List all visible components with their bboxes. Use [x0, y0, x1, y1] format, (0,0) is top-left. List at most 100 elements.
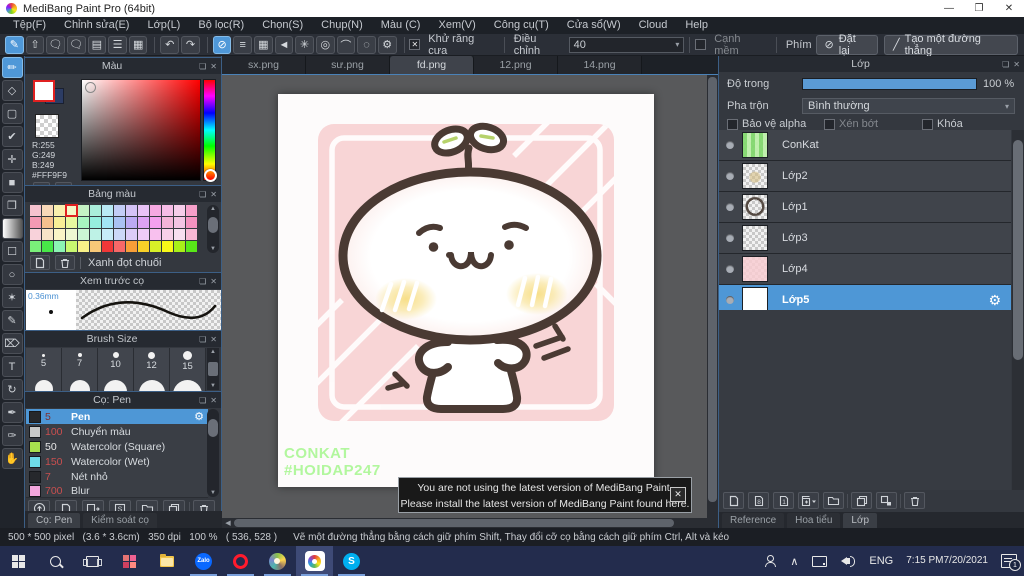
snap-off-button[interactable]: ⊘: [212, 35, 232, 54]
canvas-horizontal-scrollbar[interactable]: ◀: [222, 518, 707, 528]
palette-swatch[interactable]: [186, 229, 197, 240]
layer-list-scrollbar[interactable]: [1012, 130, 1024, 490]
popout-icon[interactable]: ❏: [199, 190, 206, 199]
undo-button[interactable]: ↶: [160, 35, 180, 54]
close-icon[interactable]: ✕: [1013, 60, 1020, 69]
brush-row-net-nho[interactable]: 7 Nét nhỏ: [26, 469, 208, 485]
scroll-down-icon[interactable]: ▼: [208, 383, 218, 389]
new-color-button[interactable]: [30, 255, 50, 270]
size-cell[interactable]: 15: [170, 348, 206, 375]
size-cell[interactable]: 5: [26, 348, 62, 375]
brush-row-gradient[interactable]: 100 Chuyển màu: [26, 424, 208, 440]
palette-swatch[interactable]: [126, 217, 137, 228]
skype-button[interactable]: S: [333, 546, 370, 576]
duplicate-layer-button[interactable]: [851, 492, 872, 509]
palette-swatch[interactable]: [114, 229, 125, 240]
brush-row-watercolor-square[interactable]: 50 Watercolor (Square): [26, 439, 208, 455]
palette-swatch[interactable]: [174, 241, 185, 252]
popout-icon[interactable]: ❏: [199, 396, 206, 405]
canvas-vertical-scrollbar[interactable]: [707, 75, 718, 518]
saturation-value-picker[interactable]: [81, 79, 201, 181]
delete-layer-button[interactable]: [904, 492, 925, 509]
palette-swatch[interactable]: [150, 217, 161, 228]
palette-scrollbar[interactable]: ▲ ▼: [207, 205, 219, 253]
palette-swatch[interactable]: [138, 241, 149, 252]
menu-help[interactable]: Help: [676, 17, 717, 34]
paint-app-button[interactable]: [259, 546, 296, 576]
show-hidden-icons-button[interactable]: ∧: [783, 546, 805, 576]
menu-tep[interactable]: Tệp(F): [4, 17, 55, 34]
hue-slider[interactable]: [203, 79, 217, 182]
add-layer-menu-button[interactable]: [798, 492, 819, 509]
snap-grid-button[interactable]: ▦: [254, 35, 273, 54]
doc-tab-fd[interactable]: fd.png: [390, 56, 474, 74]
menu-cua-so[interactable]: Cửa sổ(W): [558, 17, 630, 34]
doc-tab-sx[interactable]: sx.png: [222, 56, 306, 74]
palette-swatch[interactable]: [54, 217, 65, 228]
palette-swatch[interactable]: [114, 241, 125, 252]
palette-swatch[interactable]: [66, 217, 77, 228]
popout-icon[interactable]: ❏: [199, 277, 206, 286]
people-tray-button[interactable]: [757, 546, 783, 576]
palette-swatch[interactable]: [126, 241, 137, 252]
magic-wand-tool[interactable]: ✶: [1, 287, 23, 308]
popout-icon[interactable]: ❏: [1002, 60, 1009, 69]
file-explorer-button[interactable]: [148, 546, 185, 576]
bucket-tool[interactable]: ❒: [1, 195, 23, 216]
doc-tab-12[interactable]: 12.png: [474, 56, 558, 74]
palette-swatch[interactable]: [102, 241, 113, 252]
action-center-button[interactable]: 1: [994, 546, 1024, 576]
opacity-slider[interactable]: [802, 78, 977, 90]
start-button[interactable]: [0, 546, 37, 576]
reset-button[interactable]: ⊘ Đặt lại: [815, 33, 878, 57]
restore-button[interactable]: ❐: [964, 0, 994, 17]
gear-icon[interactable]: ⚙: [194, 410, 204, 423]
rotate-tool[interactable]: ↻: [1, 379, 23, 400]
size-cell[interactable]: 12: [134, 348, 170, 375]
palette-swatch[interactable]: [65, 204, 78, 217]
select-rect-tool[interactable]: ☐: [1, 241, 23, 262]
palette-swatch[interactable]: [162, 217, 173, 228]
brush-row-watercolor-wet[interactable]: 150 Watercolor (Wet): [26, 454, 208, 470]
palette-swatch[interactable]: [150, 241, 161, 252]
layer-row-lop2[interactable]: Lớp2: [719, 161, 1011, 192]
tab-co-pen[interactable]: Cọ: Pen: [28, 513, 81, 528]
palette-swatch[interactable]: [78, 205, 89, 216]
export-button[interactable]: ⇧: [25, 35, 45, 54]
foreground-color-swatch[interactable]: [33, 80, 55, 102]
menu-xem[interactable]: Xem(V): [429, 17, 484, 34]
fill-rect-tool[interactable]: ■: [1, 172, 23, 193]
size-cell[interactable]: [134, 374, 170, 392]
task-view-button[interactable]: [74, 546, 111, 576]
lock-option[interactable]: ✕Khóa: [922, 118, 963, 130]
tab-kiem-soat-co[interactable]: Kiểm soát cọ: [83, 513, 157, 528]
snap-parallel-button[interactable]: ≡: [233, 35, 253, 54]
close-icon[interactable]: ✕: [210, 396, 217, 405]
palette-swatch[interactable]: [90, 205, 101, 216]
palette-swatch[interactable]: [174, 229, 185, 240]
sv-cursor[interactable]: [85, 82, 96, 93]
main-tool-button[interactable]: ✎: [5, 35, 24, 54]
size-cell[interactable]: [62, 374, 98, 392]
palette-swatch[interactable]: [90, 229, 101, 240]
menu-chon[interactable]: Chọn(S): [253, 17, 312, 34]
palette-swatch[interactable]: [66, 229, 77, 240]
palette-swatch[interactable]: [150, 205, 161, 216]
palette-swatch[interactable]: [162, 229, 173, 240]
document-button[interactable]: ▤: [87, 35, 107, 54]
gear-icon[interactable]: ⚙: [988, 292, 1001, 309]
zalo-button[interactable]: Zalo: [185, 546, 222, 576]
menu-cloud[interactable]: Cloud: [630, 17, 677, 34]
brush-row-blur[interactable]: 700 Blur: [26, 484, 208, 498]
palette-swatch[interactable]: [138, 205, 149, 216]
tab-lop[interactable]: Lớp: [843, 513, 878, 528]
palette-swatch[interactable]: [102, 229, 113, 240]
brush-size-scroll-thumb[interactable]: [208, 362, 218, 376]
palette-swatch[interactable]: [162, 241, 173, 252]
new-8bit-layer-button[interactable]: 8: [748, 492, 769, 509]
volume-button[interactable]: [834, 546, 862, 576]
palette-swatch[interactable]: [66, 241, 77, 252]
palette-swatch[interactable]: [30, 205, 41, 216]
scroll-left-icon[interactable]: ◀: [222, 519, 234, 527]
comment-panel-button[interactable]: 🗨: [66, 35, 86, 54]
